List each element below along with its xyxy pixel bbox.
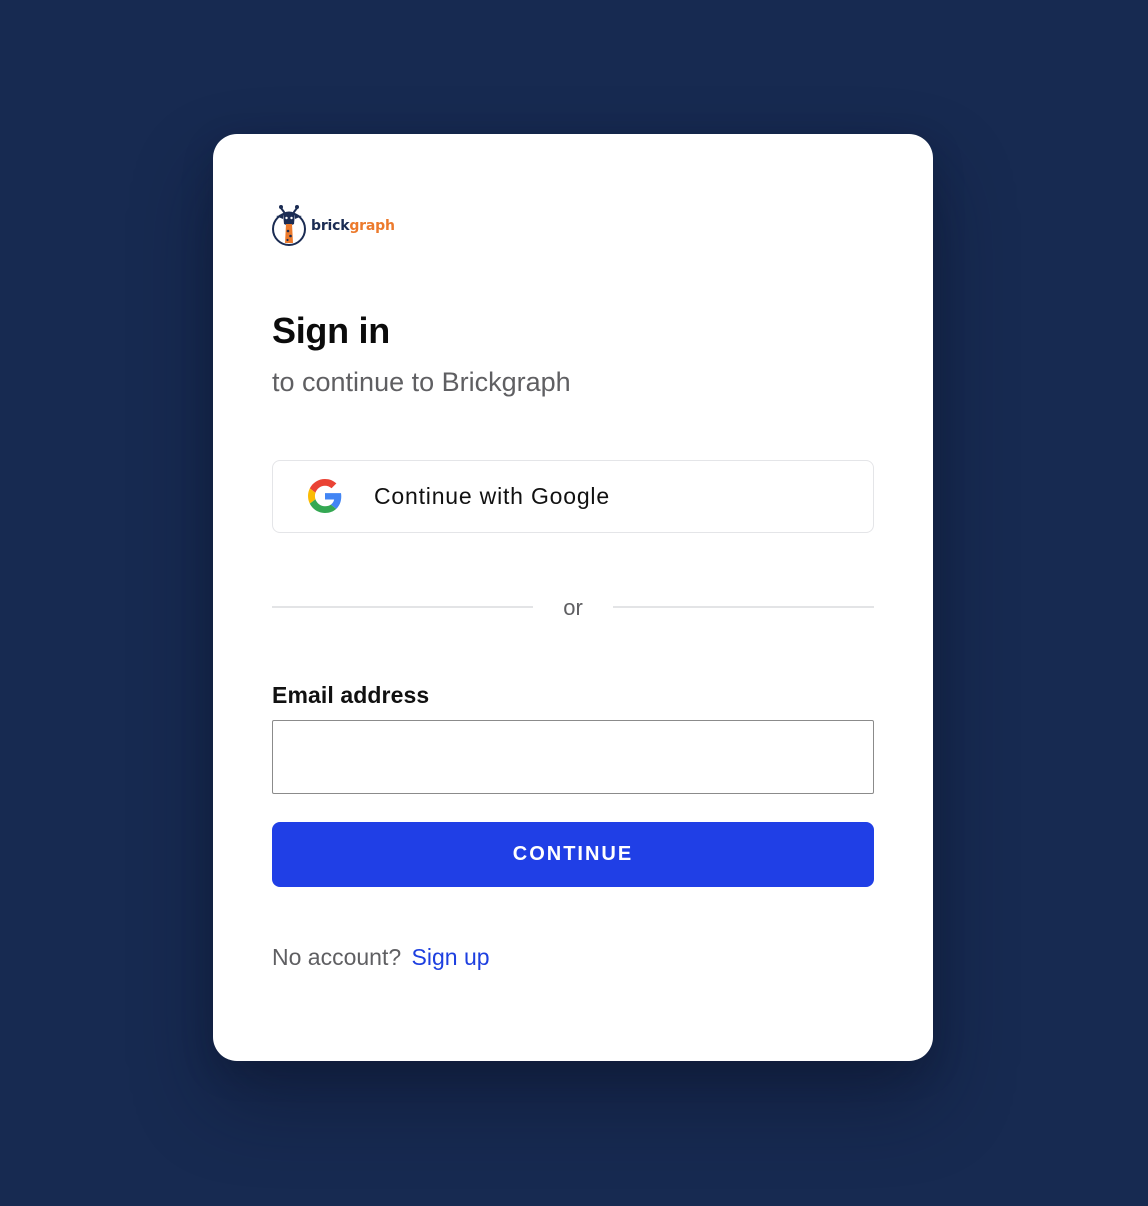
signup-prompt: No account? Sign up: [272, 944, 490, 971]
google-icon: [308, 479, 342, 513]
or-divider: or: [272, 590, 874, 626]
divider-or-text: or: [563, 595, 583, 620]
page-title: Sign in: [272, 310, 390, 351]
continue-button[interactable]: CONTINUE: [272, 822, 874, 887]
sign-up-link[interactable]: Sign up: [412, 944, 490, 970]
no-account-text: No account?: [272, 944, 402, 970]
divider-line-right: [613, 606, 874, 608]
brand-logo: brickgraph: [271, 202, 395, 248]
email-label: Email address: [272, 682, 430, 708]
google-button-label: Continue with Google: [374, 483, 610, 509]
sign-in-card: brickgraph Sign in to continue to Brickg…: [213, 134, 933, 1061]
continue-with-google-button[interactable]: Continue with Google: [272, 460, 874, 533]
email-field[interactable]: [272, 720, 874, 794]
brand-wordmark-part2: graph: [349, 218, 395, 234]
brand-wordmark: brickgraph: [311, 218, 395, 234]
brand-wordmark-part1: brick: [311, 218, 350, 234]
page-subtitle: to continue to Brickgraph: [272, 367, 571, 397]
giraffe-logo-icon: [272, 205, 306, 246]
